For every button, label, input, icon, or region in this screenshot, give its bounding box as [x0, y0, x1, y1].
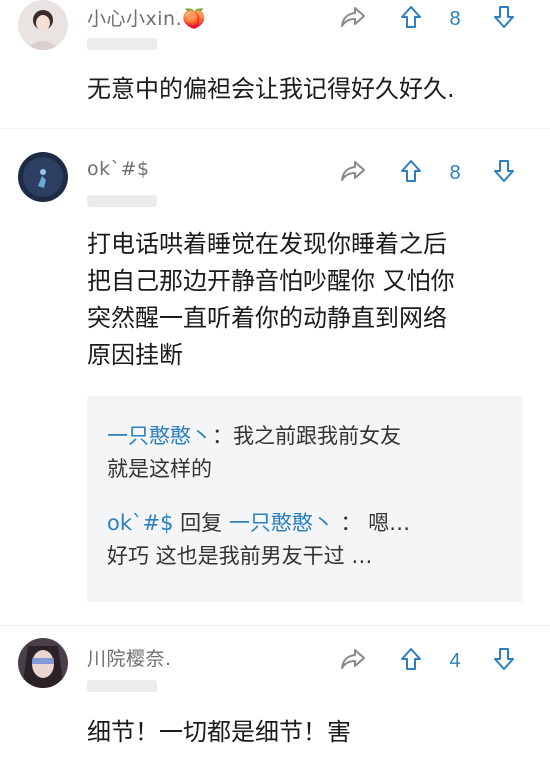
comment-actions: 4 [333, 646, 528, 676]
avatar[interactable] [18, 0, 68, 50]
blurred-meta [87, 195, 157, 207]
share-icon [340, 6, 366, 32]
reply-author[interactable]: ok`#$ [107, 511, 173, 535]
comment-1: 小心小xin.🍑 8 无意中的偏袒会让我记得好久好久. [0, 0, 550, 115]
downvote-button[interactable] [488, 646, 520, 676]
comment-actions: 8 [333, 158, 528, 188]
comment-text: 打电话哄着睡觉在发现你睡着之后 把自己那边开静音怕吵醒你 又怕你 突然醒一直听着… [87, 230, 455, 369]
reply-box[interactable]: 一只憨憨丶：我之前跟我前女友 就是这样的 ok`#$ 回复 一只憨憨丶 ： 嗯…… [87, 396, 523, 602]
peach-emoji: 🍑 [182, 8, 207, 30]
upvote-icon [400, 5, 422, 33]
comment-3: 川院樱奈. 4 细节！一切都是细节！害 [0, 638, 550, 761]
share-icon [340, 160, 366, 186]
upvote-count: 8 [449, 161, 461, 184]
share-button[interactable] [333, 158, 373, 188]
reply-separator: ： [212, 424, 233, 448]
downvote-icon [493, 647, 515, 675]
reply-separator: ： [333, 511, 369, 535]
username-text[interactable]: 小心小xin. [87, 8, 182, 30]
blurred-meta [87, 680, 157, 692]
upvote-count: 4 [449, 649, 461, 672]
reply-target[interactable]: 一只憨憨丶 [229, 511, 334, 535]
comment-text: 细节！一切都是细节！害 [87, 718, 351, 746]
avatar[interactable] [18, 638, 68, 688]
reply-mid: 回复 [173, 511, 229, 535]
upvote-button[interactable] [395, 4, 427, 34]
downvote-button[interactable] [488, 158, 520, 188]
avatar[interactable] [18, 152, 68, 202]
upvote-icon [400, 159, 422, 187]
divider [0, 625, 550, 626]
share-button[interactable] [333, 646, 373, 676]
downvote-icon [493, 159, 515, 187]
comment-text: 无意中的偏袒会让我记得好久好久. [87, 75, 455, 103]
share-icon [340, 648, 366, 674]
blurred-meta [87, 38, 157, 50]
reply-1[interactable]: 一只憨憨丶：我之前跟我前女友 就是这样的 [107, 420, 507, 486]
upvote-count: 8 [449, 7, 461, 30]
downvote-button[interactable] [488, 4, 520, 34]
username[interactable]: 小心小xin.🍑 [87, 4, 206, 31]
username[interactable]: 川院樱奈. [87, 644, 172, 671]
username[interactable]: ok`#$ [87, 158, 150, 180]
downvote-icon [493, 5, 515, 33]
share-button[interactable] [333, 4, 373, 34]
comment-2: ok`#$ 8 打电话哄着睡觉在发现你睡着之后 把自己那边开静音怕吵醒你 又怕你… [0, 150, 550, 610]
upvote-button[interactable] [395, 158, 427, 188]
divider [0, 128, 550, 129]
upvote-icon [400, 647, 422, 675]
reply-author[interactable]: 一只憨憨丶 [107, 424, 212, 448]
reply-2[interactable]: ok`#$ 回复 一只憨憨丶 ： 嗯… 好巧 这也是我前男友干过 … [107, 507, 507, 573]
comment-actions: 8 [333, 4, 528, 34]
upvote-button[interactable] [395, 646, 427, 676]
